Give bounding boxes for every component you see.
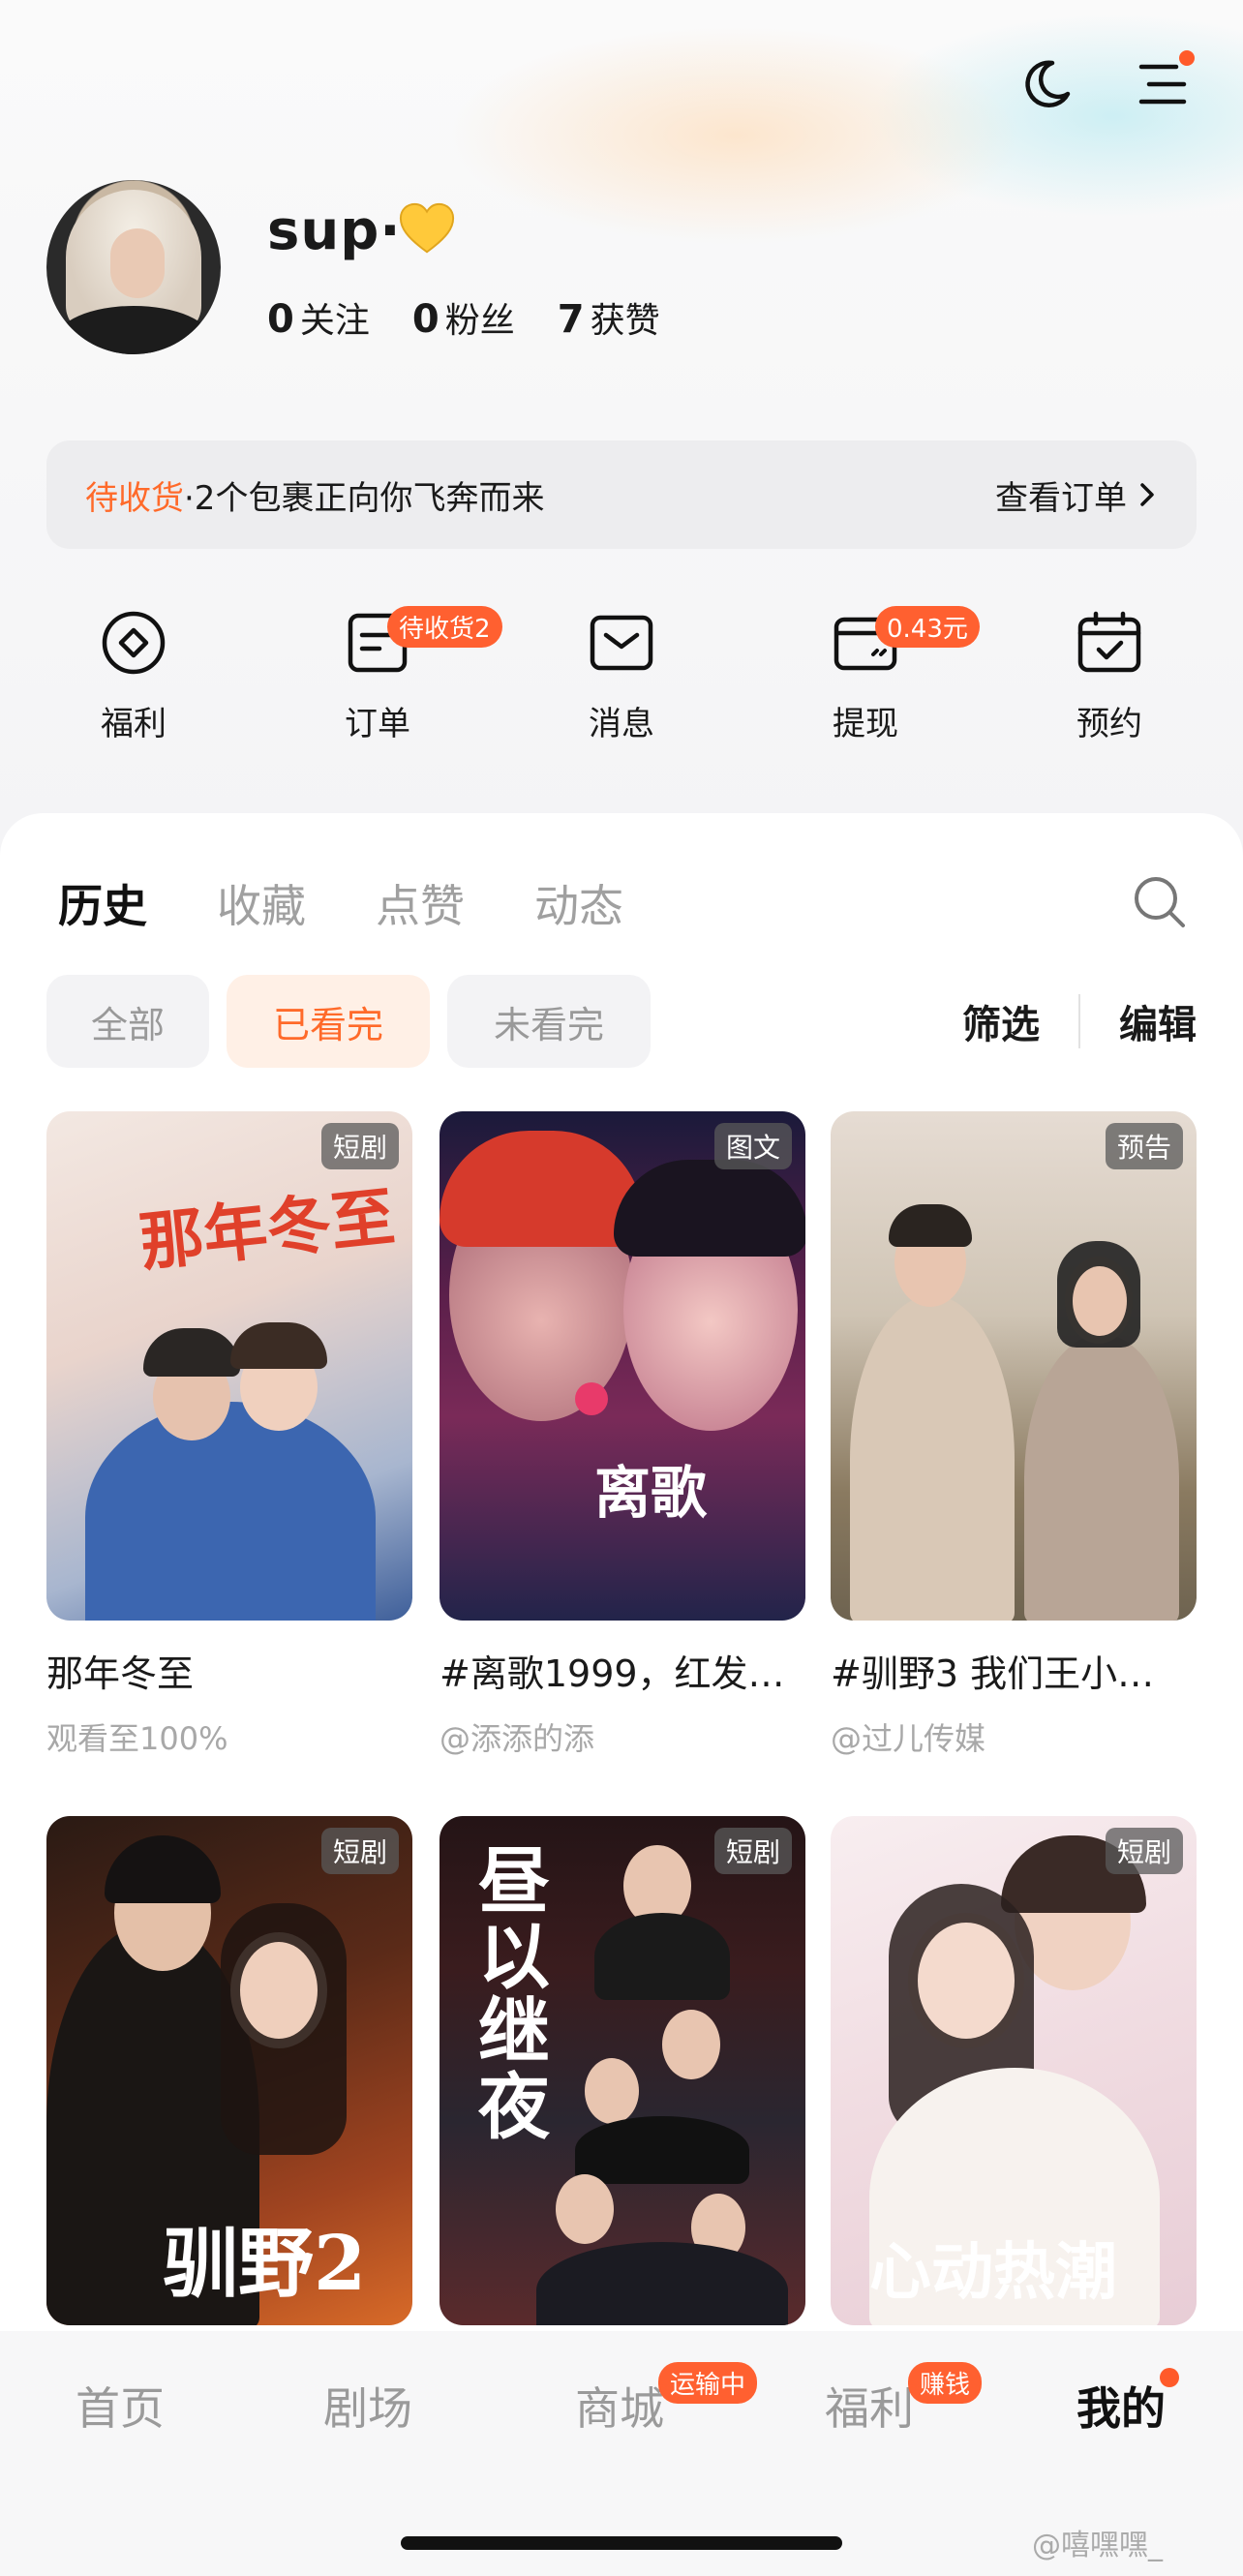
nav-welfare[interactable]: 福利 <box>825 2374 914 2438</box>
view-orders-label: 查看订单 <box>995 478 1127 518</box>
list-item[interactable]: 驯野2 短剧 <box>46 1816 412 2325</box>
poster-title: 驯野2 <box>163 2220 367 2308</box>
message-icon <box>590 615 653 671</box>
list-item[interactable]: 心动热潮 短剧 <box>831 1816 1197 2325</box>
poster-image: 那年冬至 短剧 <box>46 1111 412 1621</box>
poster-title: 昼以继夜 <box>478 1840 550 2150</box>
nav-mall[interactable]: 商城 <box>575 2374 664 2438</box>
poster-image: 昼以继夜 短剧 <box>440 1816 805 2325</box>
shortcut-withdraw[interactable]: 提现 0.43元 <box>778 606 980 744</box>
shortcut-reservations[interactable]: 预约 <box>1022 608 1197 744</box>
tag-badge: 短剧 <box>320 1123 399 1169</box>
poster-title: 心动热潮 <box>869 2236 1117 2309</box>
content-tabs: 历史 收藏 点赞 动态 <box>58 871 623 935</box>
search-icon[interactable] <box>1131 873 1189 931</box>
chip-all[interactable]: 全部 <box>46 975 209 1068</box>
poster-image: 离歌 图文 <box>440 1111 805 1621</box>
nav-theater[interactable]: 剧场 <box>323 2374 412 2438</box>
tag-badge: 短剧 <box>713 1828 792 1874</box>
filter-button[interactable]: 筛选 <box>962 993 1040 1049</box>
divider <box>1078 994 1080 1048</box>
shortcut-row: 福利 订单 待收货2 消息 提现 0.43元 预约 <box>46 606 1197 744</box>
stat-following[interactable]: 0 关注 <box>267 292 370 343</box>
banner-text: 待收货·2个包裹正向你飞奔而来 <box>85 471 544 519</box>
tag-badge: 图文 <box>713 1123 792 1169</box>
withdraw-badge: 0.43元 <box>875 606 980 648</box>
view-orders-link[interactable]: 查看订单 <box>995 471 1158 519</box>
edit-button[interactable]: 编辑 <box>1119 993 1197 1049</box>
notification-dot <box>1179 50 1195 66</box>
heart-icon <box>399 202 455 254</box>
list-item[interactable]: 那年冬至 短剧 那年冬至 观看至100% <box>46 1111 412 1759</box>
coin-icon <box>102 611 166 675</box>
chip-unfinished[interactable]: 未看完 <box>447 975 651 1068</box>
moon-icon[interactable] <box>1013 50 1080 118</box>
tag-badge: 短剧 <box>320 1828 399 1874</box>
poster-image: 预告 <box>831 1111 1197 1621</box>
shortcut-welfare[interactable]: 福利 <box>46 608 221 744</box>
banner-message: ·2个包裹正向你飞奔而来 <box>184 478 545 518</box>
item-subtitle: 观看至100% <box>46 1720 228 1757</box>
list-item[interactable]: 预告 #驯野3 我们王小… @过儿传媒 <box>831 1111 1197 1759</box>
chip-finished[interactable]: 已看完 <box>227 975 430 1068</box>
filter-actions: 筛选 编辑 <box>962 975 1197 1068</box>
filter-chips: 全部 已看完 未看完 <box>46 975 651 1068</box>
item-title: #驯野3 我们王小… <box>831 1652 1155 1695</box>
tag-badge: 预告 <box>1105 1123 1183 1169</box>
shortcut-messages[interactable]: 消息 <box>534 608 709 744</box>
list-item[interactable]: 昼以继夜 短剧 <box>440 1816 805 2325</box>
order-banner[interactable]: 待收货·2个包裹正向你飞奔而来 查看订单 <box>46 440 1197 549</box>
nav-me[interactable]: 我的 <box>1076 2374 1166 2438</box>
profile-stats: 0 关注 0 粉丝 7 获赞 <box>267 292 660 343</box>
tab-history[interactable]: 历史 <box>58 871 147 935</box>
poster-title: 离歌 <box>594 1460 708 1526</box>
username[interactable]: sup· <box>267 199 402 262</box>
item-subtitle: @添添的添 <box>440 1720 595 1757</box>
avatar[interactable] <box>46 180 221 354</box>
calendar-icon <box>1077 611 1141 673</box>
orders-badge: 待收货2 <box>387 606 502 648</box>
tag-badge: 短剧 <box>1105 1828 1183 1874</box>
welfare-badge: 赚钱 <box>908 2362 983 2404</box>
poster-image: 心动热潮 短剧 <box>831 1816 1197 2325</box>
nav-home[interactable]: 首页 <box>76 2374 165 2438</box>
item-title: 那年冬至 <box>46 1652 195 1695</box>
chevron-right-icon <box>1140 483 1154 506</box>
list-item[interactable]: 离歌 图文 #离歌1999，红发… @添添的添 <box>440 1111 805 1759</box>
poster-image: 驯野2 短剧 <box>46 1816 412 2325</box>
tab-likes[interactable]: 点赞 <box>376 871 465 935</box>
mall-badge: 运输中 <box>658 2362 758 2404</box>
menu-icon[interactable] <box>1129 50 1197 118</box>
poster-title: 那年冬至 <box>136 1178 399 1281</box>
tab-favorites[interactable]: 收藏 <box>217 871 306 935</box>
shortcut-orders[interactable]: 订单 待收货2 <box>290 606 502 744</box>
home-indicator[interactable] <box>401 2536 842 2550</box>
stat-likes[interactable]: 7 获赞 <box>558 292 660 343</box>
item-subtitle: @过儿传媒 <box>831 1720 986 1757</box>
stat-followers[interactable]: 0 粉丝 <box>412 292 515 343</box>
banner-status: 待收货 <box>85 478 184 518</box>
tab-activity[interactable]: 动态 <box>534 871 623 935</box>
item-title: #离歌1999，红发… <box>440 1652 785 1695</box>
nav-me-dot <box>1160 2368 1179 2387</box>
watermark: @嘻嘿嘿_ <box>1032 2529 1163 2562</box>
